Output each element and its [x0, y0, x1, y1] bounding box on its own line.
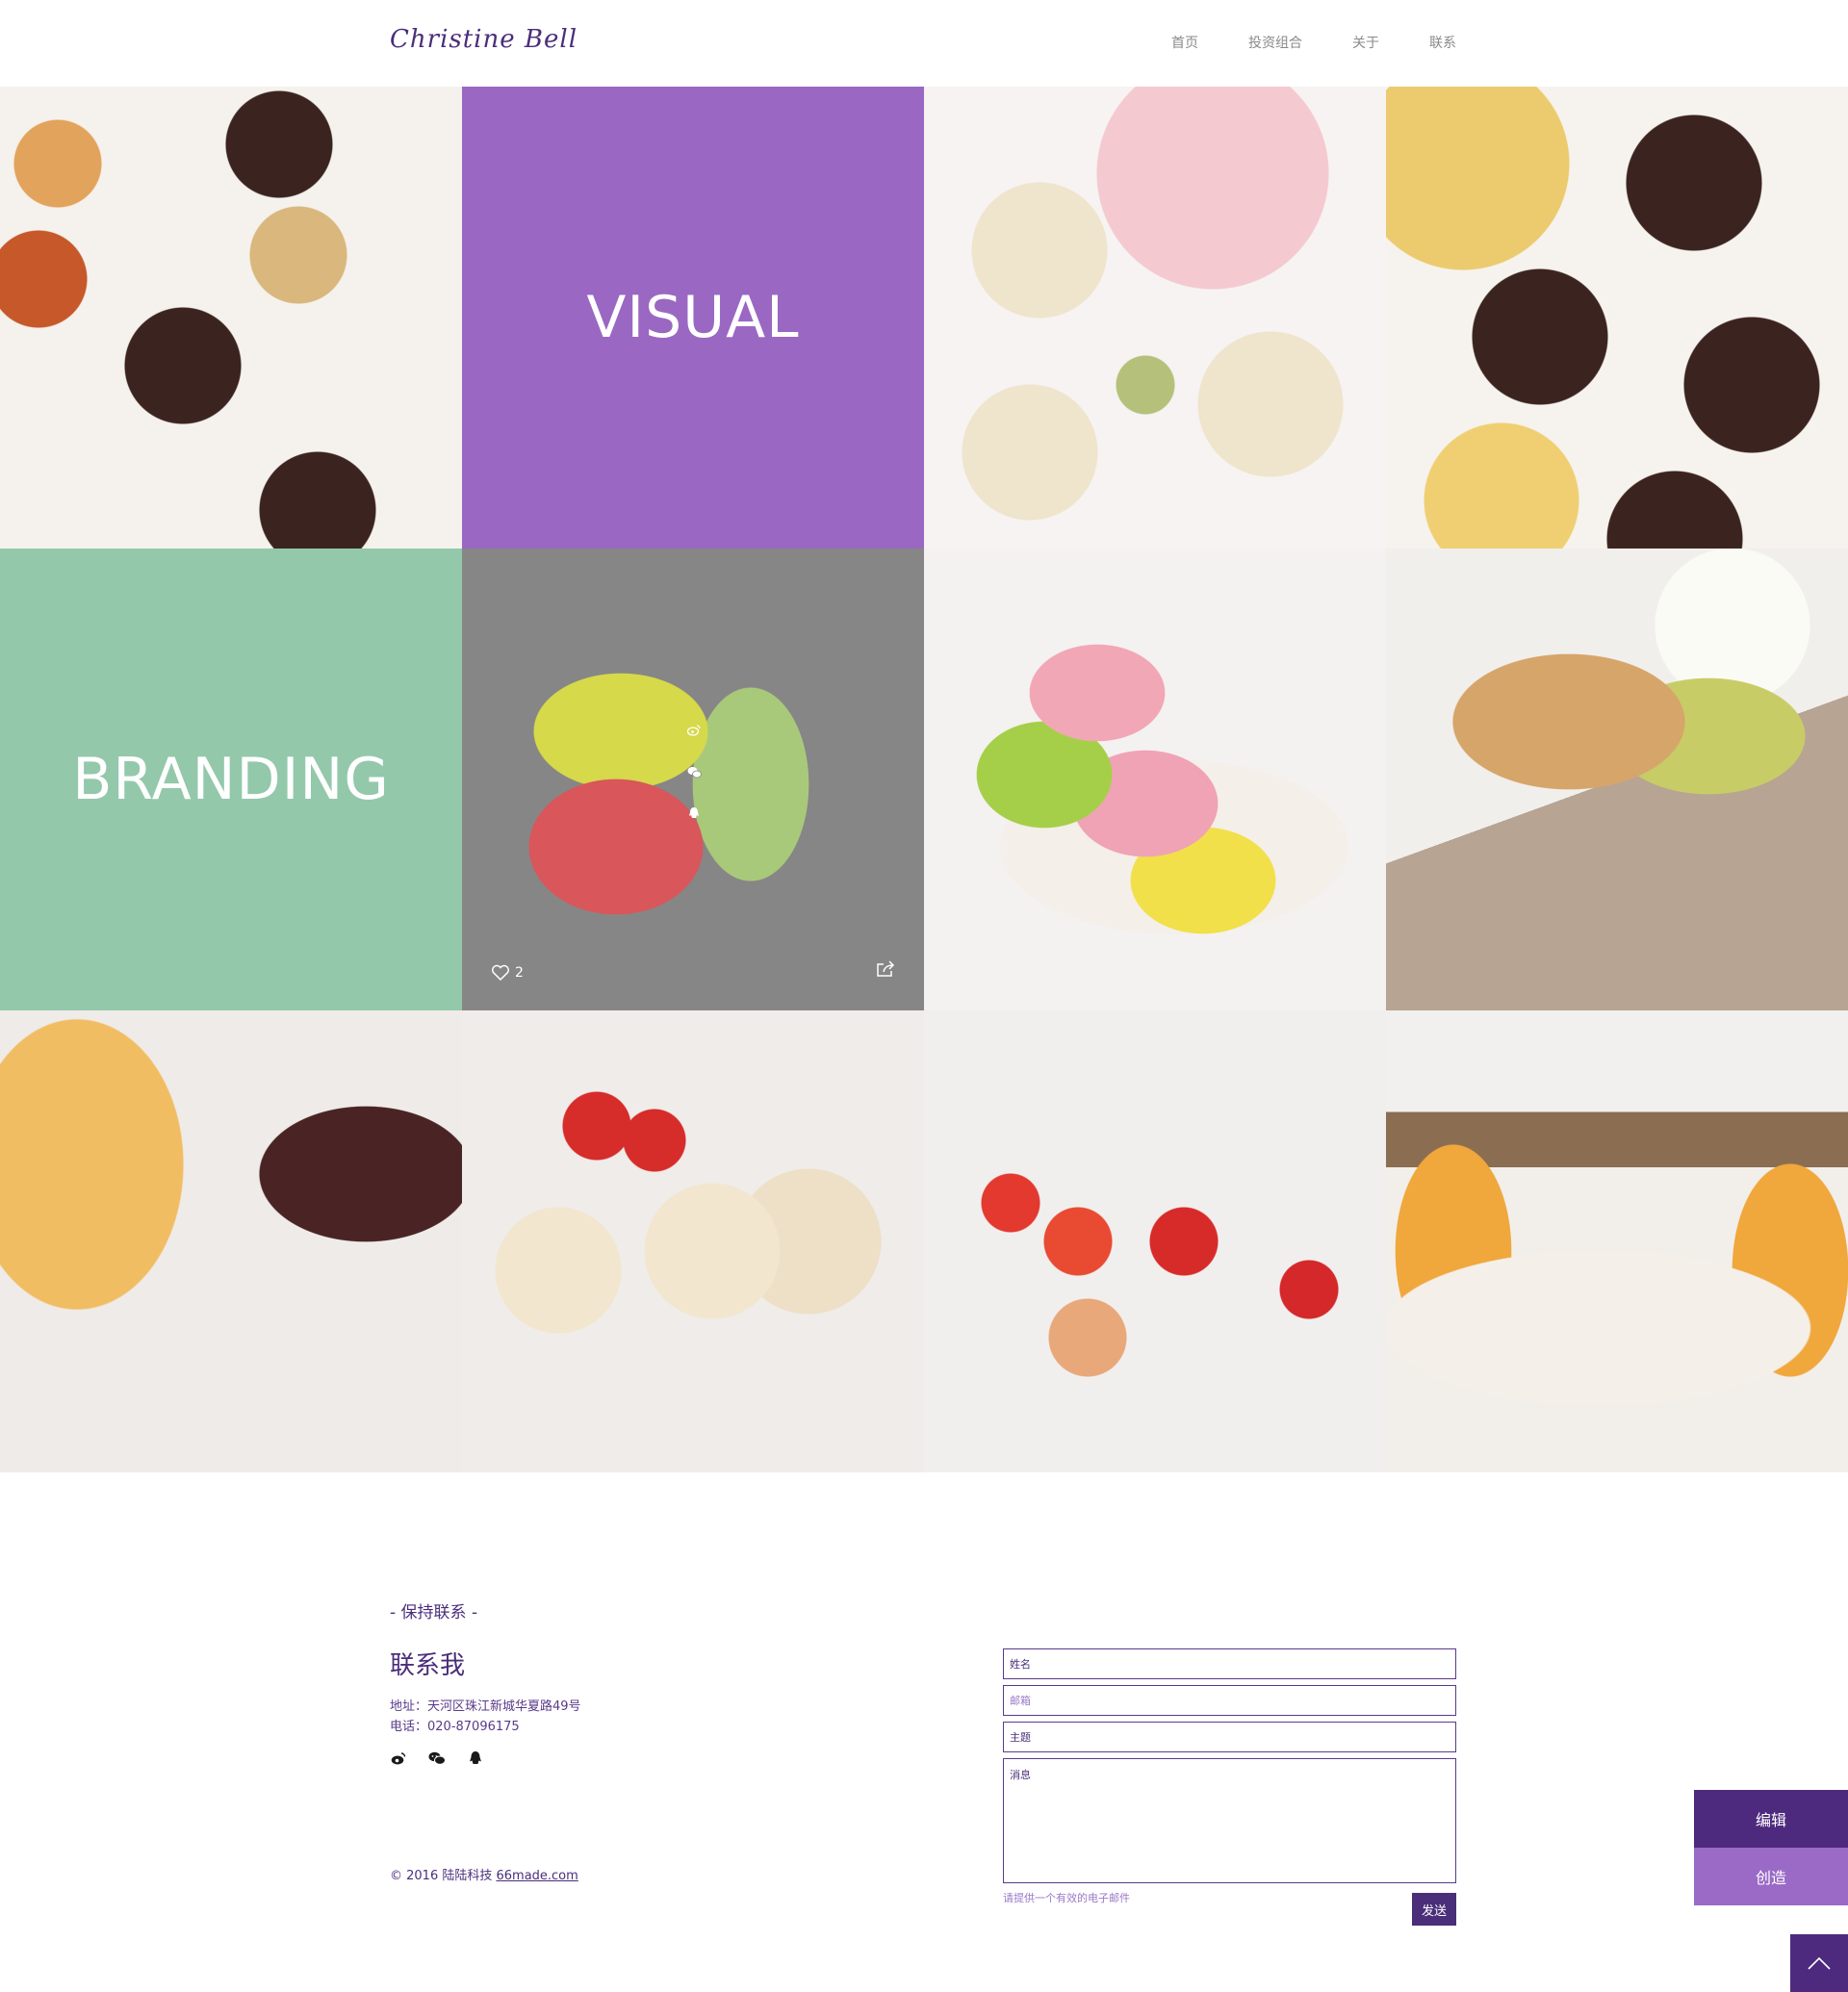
contact-socials [390, 1749, 484, 1767]
create-button[interactable]: 创造 [1694, 1848, 1848, 1905]
main-nav: 首页 投资组合 关于 联系 [1171, 33, 1456, 52]
nav-home[interactable]: 首页 [1171, 33, 1198, 52]
site-logo[interactable]: Christine Bell [390, 25, 578, 54]
qq-icon[interactable] [467, 1749, 484, 1767]
portfolio-tile-branding[interactable]: BRANDING [0, 549, 462, 1010]
tile-share-icons [685, 722, 703, 822]
weibo-icon[interactable] [685, 722, 703, 739]
contact-info: 地址：天河区珠江新城华夏路49号 电话：020-87096175 [390, 1697, 581, 1737]
message-field[interactable] [1003, 1758, 1456, 1883]
edit-button[interactable]: 编辑 [1694, 1790, 1848, 1848]
contact-eyebrow: - 保持联系 - [390, 1603, 478, 1622]
contact-address: 地址：天河区珠江新城华夏路49号 [390, 1699, 581, 1714]
weibo-icon[interactable] [390, 1749, 407, 1767]
name-field[interactable] [1003, 1648, 1456, 1679]
portfolio-tile-breakfast[interactable] [1386, 1010, 1848, 1472]
nav-about[interactable]: 关于 [1352, 33, 1379, 52]
chevron-up-icon [1808, 1956, 1831, 1970]
site-header: Christine Bell 首页 投资组合 关于 联系 [0, 0, 1848, 87]
copyright-link[interactable]: 66made.com [496, 1869, 578, 1883]
branding-label: BRANDING [72, 746, 390, 813]
contact-phone: 电话：020-87096175 [390, 1720, 520, 1734]
portfolio-tile-cherries-chocolate[interactable] [462, 1010, 924, 1472]
back-to-top-button[interactable] [1790, 1934, 1848, 1992]
portfolio-grid: VISUAL BRANDING 2 [0, 87, 1848, 1472]
nav-portfolio[interactable]: 投资组合 [1248, 33, 1302, 52]
portfolio-tile-white-truffles[interactable] [924, 87, 1386, 549]
email-field[interactable] [1003, 1685, 1456, 1716]
like-count: 2 [515, 965, 524, 981]
wechat-icon[interactable] [685, 763, 703, 780]
nav-contact[interactable]: 联系 [1429, 33, 1456, 52]
portfolio-tile-dark-truffles[interactable] [1386, 87, 1848, 549]
portfolio-tile-cherries[interactable] [924, 1010, 1386, 1472]
qq-icon[interactable] [685, 804, 703, 822]
copyright: © 2016 陆陆科技 66made.com [390, 1865, 578, 1883]
portfolio-tile-pastry[interactable] [1386, 549, 1848, 1010]
copyright-text: © 2016 陆陆科技 [390, 1869, 497, 1883]
email-hint: 请提供一个有效的电子邮件 [1003, 1892, 1130, 1904]
share-icon[interactable] [876, 960, 895, 982]
like-button[interactable]: 2 [491, 964, 524, 982]
heart-icon [492, 964, 509, 982]
subject-field[interactable] [1003, 1722, 1456, 1752]
send-button[interactable]: 发送 [1412, 1893, 1456, 1926]
portfolio-tile-dried-pineapple[interactable] [0, 1010, 462, 1472]
portfolio-tile-chocolates[interactable] [0, 87, 462, 549]
portfolio-tile-macarons-hover[interactable]: 2 [462, 549, 924, 1010]
visual-label: VISUAL [586, 284, 800, 351]
contact-title: 联系我 [390, 1651, 466, 1680]
contact-form [1003, 1648, 1456, 1883]
wechat-icon[interactable] [428, 1749, 446, 1767]
portfolio-tile-visual[interactable]: VISUAL [462, 87, 924, 549]
portfolio-tile-macarons-dish[interactable] [924, 549, 1386, 1010]
